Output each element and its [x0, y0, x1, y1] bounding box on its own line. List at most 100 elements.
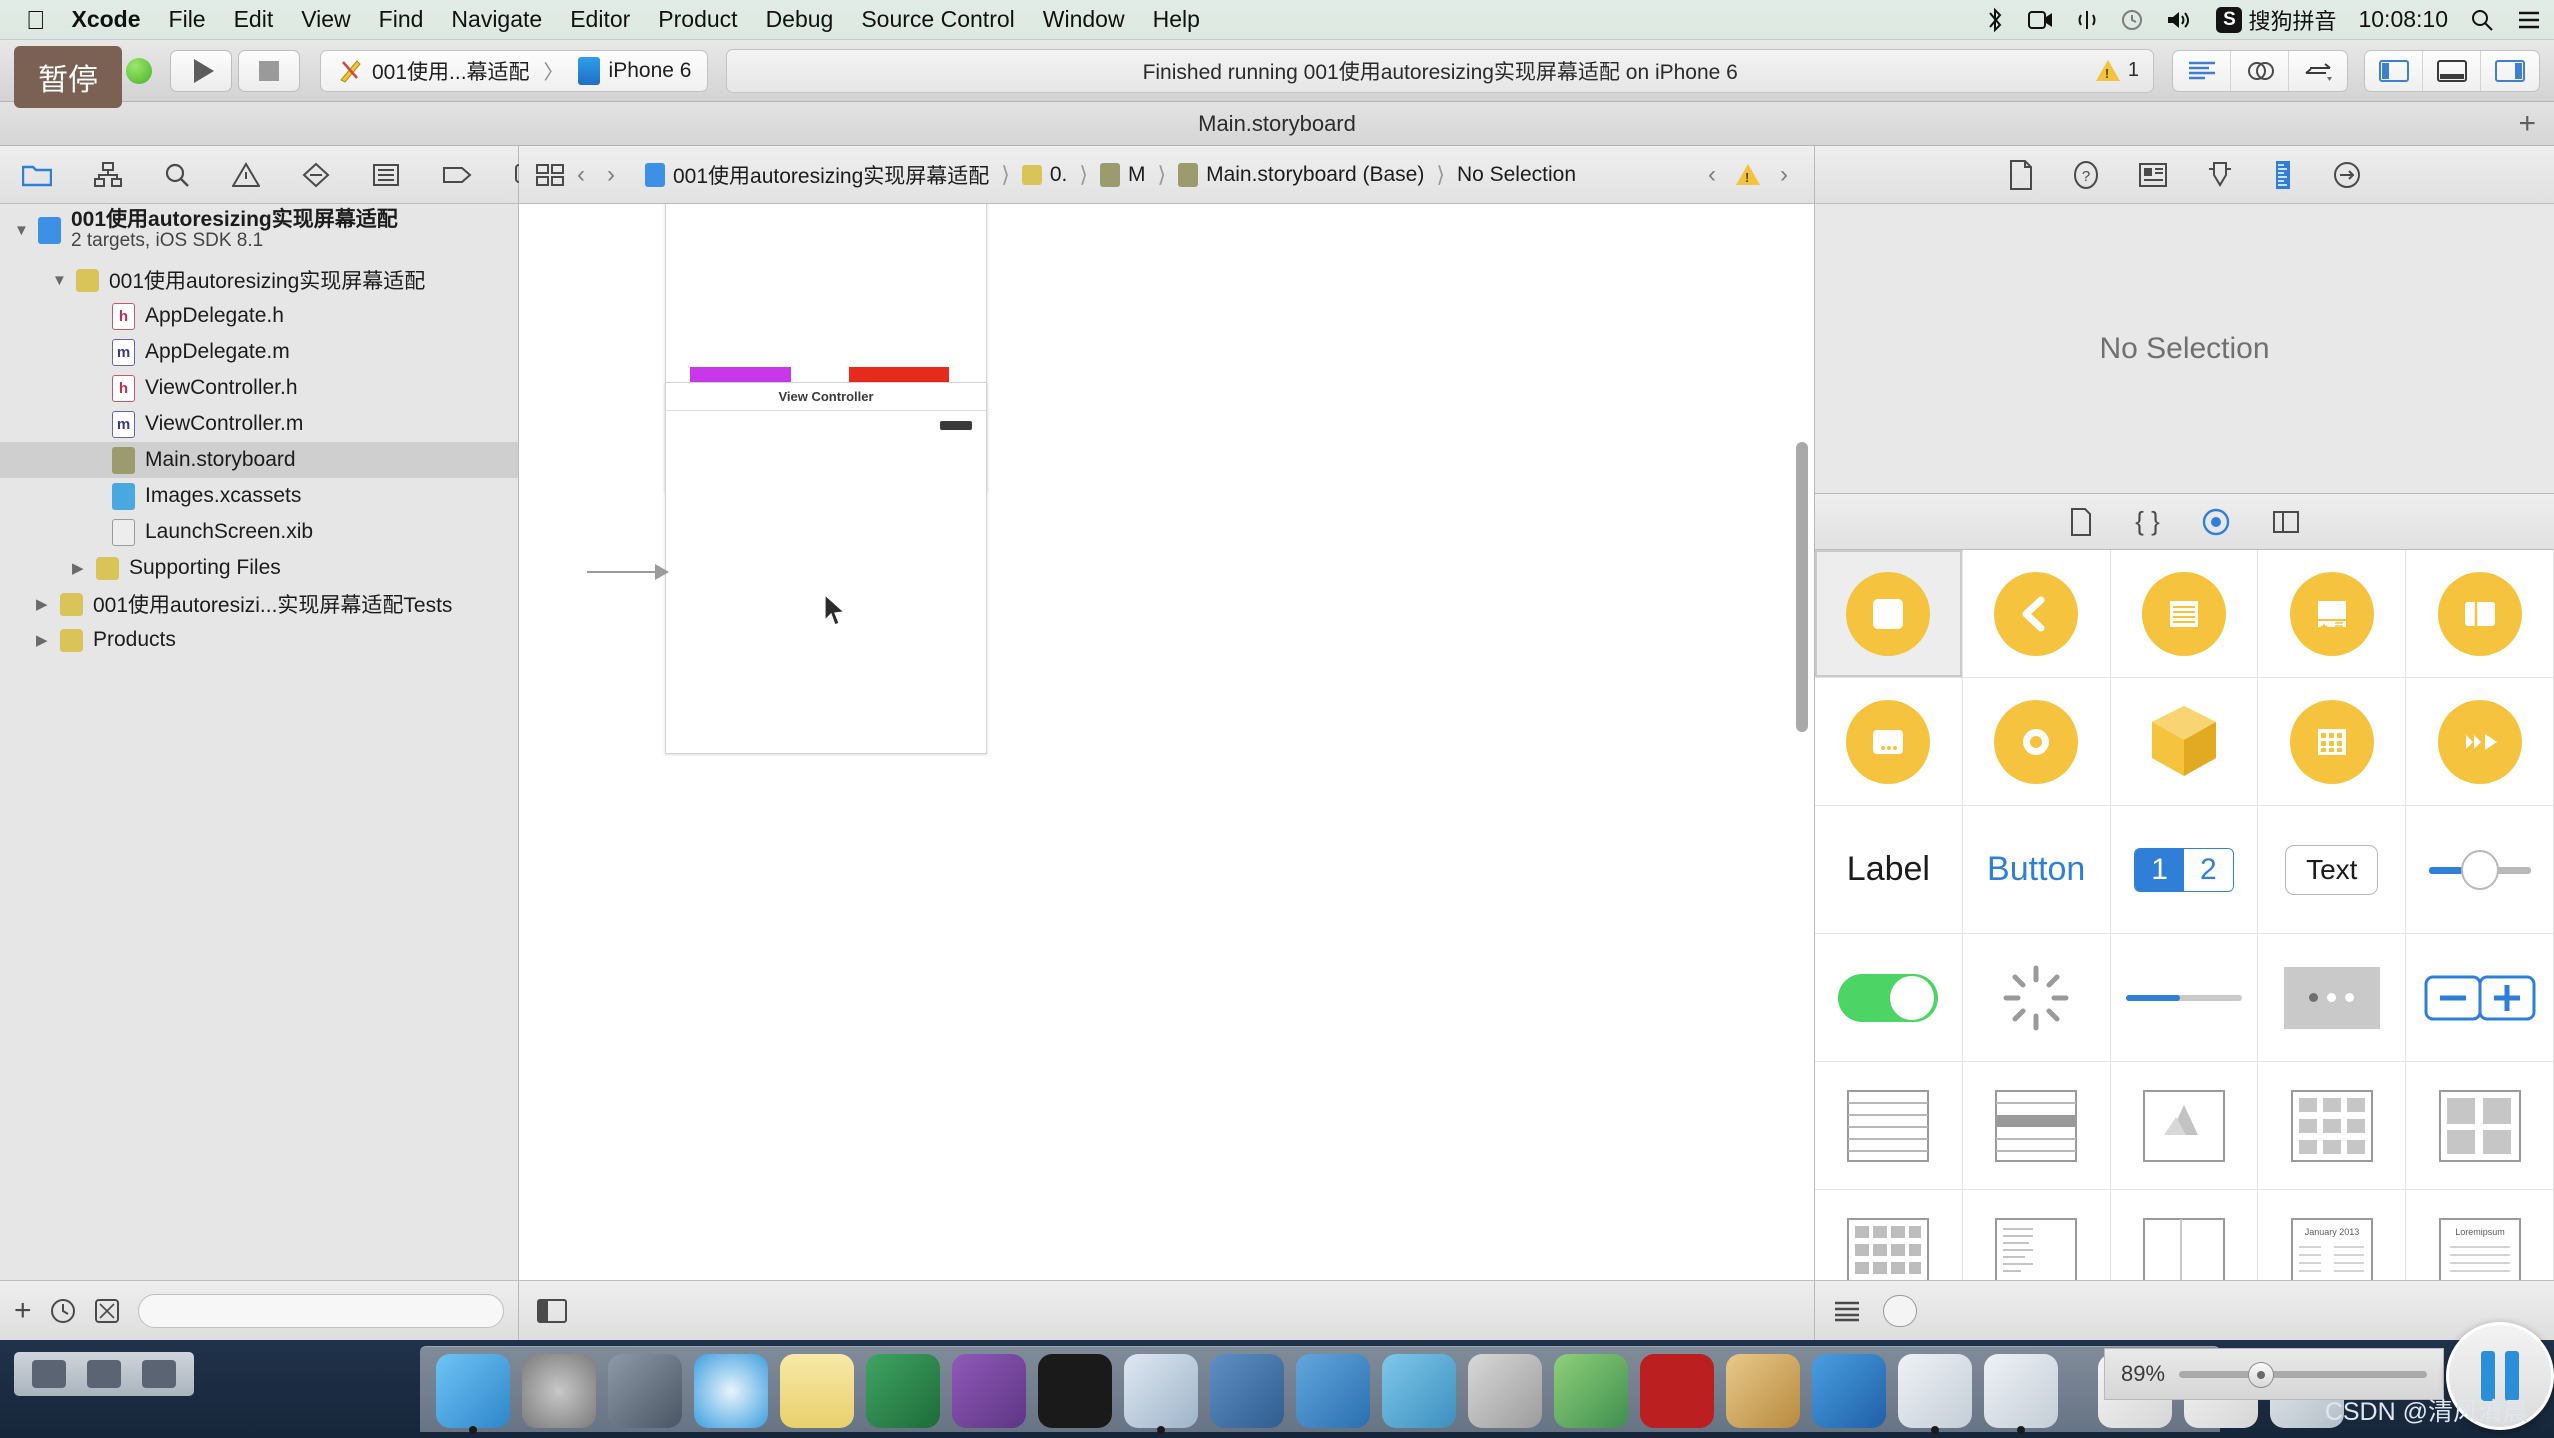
library-item-page-view-controller[interactable]: [1815, 678, 1963, 806]
library-item-stepper[interactable]: [2406, 934, 2554, 1062]
disclosure-triangle[interactable]: ▼: [52, 272, 72, 289]
library-item-tab-bar-controller[interactable]: [2258, 550, 2407, 678]
preview-icon[interactable]: [1898, 1354, 1972, 1434]
code-snippet-library-icon[interactable]: { }: [2135, 506, 2160, 537]
keynote-icon[interactable]: [1296, 1354, 1370, 1428]
grid-icon[interactable]: [86, 1360, 121, 1388]
menu-item-source-control[interactable]: Source Control: [861, 6, 1014, 33]
disclosure-triangle[interactable]: ▼: [14, 222, 34, 239]
document-outline-toggle-icon[interactable]: [537, 1298, 567, 1323]
pause-overlay-badge[interactable]: 暂停: [14, 46, 122, 108]
library-item-object[interactable]: [2110, 678, 2259, 806]
menu-item-debug[interactable]: Debug: [766, 6, 834, 33]
tree-row-appdelegate-h[interactable]: ▶ h AppDelegate.h: [0, 298, 518, 334]
tree-row-products-group[interactable]: ▶ Products: [0, 622, 518, 658]
library-view-mode-icon[interactable]: [1833, 1299, 1861, 1323]
menu-item-edit[interactable]: Edit: [234, 6, 274, 33]
menu-clock[interactable]: 10:08:10: [2358, 6, 2448, 33]
library-item-table-view-cell[interactable]: [1962, 1062, 2111, 1190]
tree-row-viewcontroller-h[interactable]: ▶ h ViewController.h: [0, 370, 518, 406]
attributes-inspector-icon[interactable]: [2206, 160, 2234, 190]
system-preferences-icon[interactable]: [522, 1354, 596, 1428]
tree-row-main-storyboard[interactable]: ▶ Main.storyboard: [0, 442, 518, 478]
airdrop-icon[interactable]: [2076, 9, 2098, 31]
breadcrumb-item-group[interactable]: 0.: [1021, 163, 1067, 187]
menu-item-view[interactable]: View: [301, 6, 350, 33]
tree-row-project[interactable]: ▼ 001使用autoresizing实现屏幕适配 2 targets, iOS…: [0, 208, 518, 251]
menu-item-xcode[interactable]: Xcode: [72, 6, 141, 33]
xcode-icon[interactable]: [1124, 1354, 1198, 1434]
library-item-page-control[interactable]: [2258, 934, 2407, 1062]
library-item-picker-view[interactable]: Loremipsum: [2406, 1190, 2554, 1280]
related-items-icon[interactable]: [535, 162, 565, 188]
size-inspector-icon[interactable]: [2272, 160, 2294, 190]
library-item-date-picker[interactable]: January 2013: [2258, 1190, 2407, 1280]
zoom-slider-knob[interactable]: [2248, 1361, 2275, 1388]
library-item-collection-view[interactable]: [2258, 1062, 2407, 1190]
menu-item-editor[interactable]: Editor: [570, 6, 630, 33]
window-zoom-button[interactable]: [126, 57, 152, 84]
version-editor-icon[interactable]: [2289, 51, 2347, 91]
library-item-avkit-player-controller[interactable]: [2406, 678, 2554, 806]
preview-icon-2[interactable]: [1984, 1354, 2058, 1434]
quick-help-icon[interactable]: ?: [2072, 160, 2100, 190]
utilities-toggle-icon[interactable]: [2481, 51, 2539, 91]
screen-icon[interactable]: [32, 1360, 67, 1388]
media-library-icon[interactable]: [2272, 509, 2300, 535]
launchpad-icon[interactable]: [608, 1354, 682, 1428]
add-tab-button[interactable]: +: [2518, 108, 2536, 139]
library-item-collection-reusable-view[interactable]: [2406, 1062, 2554, 1190]
menu-item-find[interactable]: Find: [379, 6, 424, 33]
library-item-collection-view-cell[interactable]: [1815, 1190, 1963, 1280]
tree-row-viewcontroller-m[interactable]: ▶ m ViewController.m: [0, 406, 518, 442]
library-item-table-view-controller[interactable]: [2110, 550, 2259, 678]
menu-item-help[interactable]: Help: [1153, 6, 1200, 33]
terminal-icon[interactable]: [1038, 1354, 1112, 1428]
tree-row-tests-group[interactable]: ▶ 001使用autoresizi...实现屏幕适配Tests: [0, 586, 518, 622]
menu-item-window[interactable]: Window: [1043, 6, 1125, 33]
filezilla-icon[interactable]: [1640, 1354, 1714, 1428]
library-item-activity-indicator[interactable]: [1962, 934, 2111, 1062]
assistant-editor-icon[interactable]: [2231, 50, 2289, 91]
library-item-scroll-view[interactable]: [2110, 1190, 2259, 1280]
tree-row-supporting-files[interactable]: ▶ Supporting Files: [0, 550, 518, 586]
input-method-indicator[interactable]: S 搜狗拼音: [2216, 4, 2336, 36]
library-item-text-field[interactable]: Text: [2258, 806, 2407, 934]
window-icon[interactable]: [141, 1360, 176, 1388]
library-filter-input[interactable]: [1883, 1294, 1917, 1327]
library-item-progress-view[interactable]: [2110, 934, 2259, 1062]
library-item-switch[interactable]: [1815, 934, 1963, 1062]
paintbrush-icon[interactable]: [1726, 1354, 1800, 1428]
file-inspector-icon[interactable]: [2008, 159, 2034, 190]
source-control-filter-icon[interactable]: [94, 1298, 120, 1324]
onenote-icon[interactable]: [952, 1354, 1026, 1428]
chevron-right-icon[interactable]: ›: [597, 161, 625, 189]
tree-row-images-xcassets[interactable]: ▶ Images.xcassets: [0, 478, 518, 514]
library-item-split-view-controller[interactable]: [2406, 550, 2554, 678]
search-icon[interactable]: [2470, 8, 2494, 32]
ib-scene-view-controller[interactable]: View Controller: [665, 382, 987, 754]
simulator-icon[interactable]: [1210, 1354, 1284, 1428]
sidebar-item-test-navigator[interactable]: [302, 162, 330, 188]
issue-counter[interactable]: 1: [2095, 59, 2139, 82]
sidebar-item-project-navigator[interactable]: [22, 162, 52, 188]
debug-area-toggle-icon[interactable]: [2423, 50, 2481, 91]
sidebar-item-debug-navigator[interactable]: [372, 162, 400, 188]
library-item-text-view[interactable]: [1962, 1190, 2111, 1280]
menu-item-product[interactable]: Product: [658, 6, 737, 33]
file-template-library-icon[interactable]: [2069, 507, 2093, 536]
canvas-vertical-scrollbar[interactable]: [1796, 442, 1808, 732]
library-item-button[interactable]: Button: [1962, 806, 2111, 934]
scissors-icon[interactable]: [1382, 1354, 1456, 1428]
issue-next-icon[interactable]: ›: [1770, 161, 1798, 189]
safari-icon[interactable]: [694, 1354, 768, 1428]
menu-item-navigate[interactable]: Navigate: [451, 6, 542, 33]
notification-center-icon[interactable]: [2516, 9, 2542, 31]
utility-icon[interactable]: [1468, 1354, 1542, 1428]
sidebar-item-find-navigator[interactable]: [164, 162, 190, 188]
menu-item-file[interactable]: File: [169, 6, 206, 33]
tree-row-appdelegate-m[interactable]: ▶ m AppDelegate.m: [0, 334, 518, 370]
tree-row-launchscreen-xib[interactable]: ▶ LaunchScreen.xib: [0, 514, 518, 550]
standard-editor-icon[interactable]: [2173, 50, 2231, 91]
breadcrumb-item-file[interactable]: M: [1099, 162, 1145, 187]
